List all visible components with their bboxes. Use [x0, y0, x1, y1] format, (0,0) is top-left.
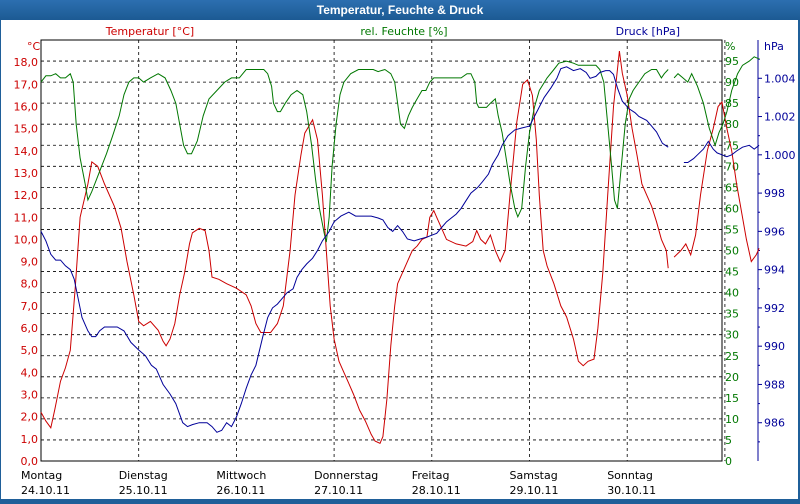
date-label: 30.10.11: [607, 484, 656, 497]
humidity-tick-label: 90: [725, 76, 739, 89]
humidity-tick-label: 45: [725, 266, 739, 279]
legend-temperature: Temperatur [°C]: [105, 25, 194, 38]
temp-tick-label: 5,0: [21, 344, 39, 357]
date-label: 28.10.11: [412, 484, 461, 497]
temp-tick-label: 4,0: [21, 366, 39, 379]
humidity-tick-label: 0: [725, 455, 732, 468]
temp-tick-label: 6,0: [21, 322, 39, 335]
humidity-tick-label: 10: [725, 413, 739, 426]
pressure-tick-label: 998: [764, 187, 785, 200]
pressure-tick-label: 1.000: [764, 149, 796, 162]
humidity-tick-label: 40: [725, 287, 739, 300]
humidity-tick-label: 5: [725, 434, 732, 447]
temp-unit-label: °C: [27, 40, 41, 53]
temp-tick-label: 2,0: [21, 411, 39, 424]
day-label: Donnerstag: [314, 469, 378, 482]
temp-tick-label: 1,0: [21, 433, 39, 446]
legend-pressure: Druck [hPa]: [616, 25, 680, 38]
date-label: 29.10.11: [510, 484, 559, 497]
pressure-tick-label: 1.002: [764, 111, 796, 124]
temp-tick-label: 8,0: [21, 278, 39, 291]
pressure-tick-label: 990: [764, 340, 785, 353]
humidity-tick-label: 95: [725, 55, 739, 68]
humidity-tick-label: 35: [725, 308, 739, 321]
temp-tick-label: 9,0: [21, 256, 39, 269]
day-label: Dienstag: [119, 469, 168, 482]
temp-tick-label: 10,0: [14, 233, 39, 246]
temp-tick-label: 16,0: [14, 100, 39, 113]
date-label: 27.10.11: [314, 484, 363, 497]
temp-tick-label: 12,0: [14, 189, 39, 202]
day-label: Samstag: [510, 469, 558, 482]
temp-tick-label: 18,0: [14, 56, 39, 69]
humidity-tick-label: 20: [725, 371, 739, 384]
day-label: Montag: [21, 469, 62, 482]
date-label: 24.10.11: [21, 484, 70, 497]
humidity-tick-label: 30: [725, 329, 739, 342]
pressure-tick-label: 996: [764, 225, 785, 238]
temp-tick-label: 17,0: [14, 78, 39, 91]
temp-tick-label: 14,0: [14, 145, 39, 158]
temp-tick-label: 15,0: [14, 123, 39, 136]
humidity-tick-label: 70: [725, 160, 739, 173]
date-label: 25.10.11: [119, 484, 168, 497]
legend-humidity: rel. Feuchte [%]: [360, 25, 447, 38]
humidity-tick-label: 55: [725, 223, 739, 236]
chart-panel: 0,0 1,0 2,0 3,0 4,0 5,0 6,0 7,0 8,0 9,0 10,0 11,0 12…: [1, 20, 798, 499]
pressure-tick-label: 988: [764, 378, 785, 391]
humidity-tick-label: 60: [725, 202, 739, 215]
pressure-tick-label: 992: [764, 302, 785, 315]
humidity-tick-label: 85: [725, 97, 739, 110]
day-label: Mittwoch: [216, 469, 266, 482]
date-label: 26.10.11: [216, 484, 265, 497]
humidity-tick-label: 15: [725, 392, 739, 405]
temp-tick-label: 3,0: [21, 389, 39, 402]
pressure-tick-label: 1.004: [764, 72, 796, 85]
temp-tick-label: 0,0: [21, 455, 39, 468]
day-label: Sonntag: [607, 469, 653, 482]
weather-chart: 0,0 1,0 2,0 3,0 4,0 5,0 6,0 7,0 8,0 9,0 10,0 11,0 12…: [14, 25, 796, 497]
humidity-tick-label: 25: [725, 350, 739, 363]
window-title: Temperatur, Feuchte & Druck: [0, 0, 800, 20]
temp-tick-label: 7,0: [21, 300, 39, 313]
temp-tick-label: 13,0: [14, 167, 39, 180]
humidity-unit-label: %: [725, 40, 735, 53]
pressure-tick-label: 986: [764, 417, 785, 430]
pressure-tick-label: 994: [764, 264, 785, 277]
temp-tick-label: 11,0: [14, 211, 39, 224]
pressure-unit-label: hPa: [764, 40, 784, 53]
humidity-tick-label: 50: [725, 245, 739, 258]
day-label: Freitag: [412, 469, 450, 482]
chart-window: Temperatur, Feuchte & Druck 0,0 1,0 2,0 3,0…: [0, 0, 800, 500]
